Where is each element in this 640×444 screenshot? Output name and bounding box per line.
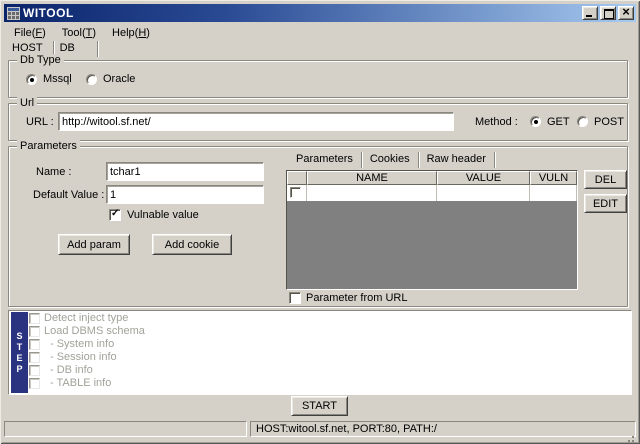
col-select[interactable] [287, 171, 307, 185]
method-label: Method : [475, 116, 518, 128]
vulnable-label: Vulnable value [127, 209, 199, 221]
name-label: Name : [36, 166, 71, 178]
menu-tool[interactable]: Tool(T) [54, 26, 104, 40]
dbtype-oracle-radio[interactable] [86, 74, 97, 85]
tab-parameters[interactable]: Parameters [288, 152, 362, 168]
menu-file[interactable]: File(F) [6, 26, 54, 40]
edit-button[interactable]: EDIT [584, 194, 627, 213]
step-checkbox[interactable] [29, 326, 40, 337]
url-group-label: Url [17, 97, 37, 109]
dbtype-mssql-radio[interactable] [26, 74, 37, 85]
start-button[interactable]: START [291, 396, 348, 416]
dbtype-oracle-label: Oracle [103, 73, 135, 85]
menu-bar: File(F) Tool(T) Help(H) [6, 24, 158, 41]
step-bar: S T E P [11, 312, 28, 393]
dbtype-group-label: Db Type [17, 54, 64, 66]
close-button[interactable] [618, 6, 634, 20]
title-bar[interactable]: WITOOL [4, 4, 636, 22]
step-checkbox[interactable] [29, 365, 40, 376]
maximize-button[interactable] [600, 6, 616, 20]
step-checkbox[interactable] [29, 339, 40, 350]
step-panel: S T E P Detect inject type Load DBMS sch… [8, 310, 632, 395]
row-value-cell [437, 185, 530, 201]
window-title: WITOOL [23, 6, 74, 20]
row-name-cell [307, 185, 437, 201]
param-from-url-label: Parameter from URL [306, 292, 407, 304]
dbtype-group: Db Type Mssql Oracle [8, 60, 628, 98]
add-param-button[interactable]: Add param [58, 234, 130, 255]
parameters-group: Parameters Name : Default Value : Vulnab… [8, 146, 628, 307]
method-get-radio[interactable] [530, 116, 541, 127]
app-icon [7, 7, 20, 20]
app-window: WITOOL File(F) Tool(T) Help(H) HOST DB D… [0, 0, 640, 444]
url-input[interactable] [58, 112, 454, 131]
step-checkbox[interactable] [29, 378, 40, 389]
row-vuln-cell [530, 185, 577, 201]
resize-grip[interactable] [632, 436, 634, 438]
tab-cookies[interactable]: Cookies [362, 152, 419, 168]
method-post-label: POST [594, 116, 624, 128]
vulnable-checkbox[interactable] [109, 209, 121, 221]
step-checkbox[interactable] [29, 352, 40, 363]
status-text: HOST:witool.sf.net, PORT:80, PATH:/ [256, 423, 437, 435]
col-value[interactable]: VALUE [437, 171, 530, 185]
method-post-radio[interactable] [577, 116, 588, 127]
url-field-label: URL : [26, 116, 54, 128]
status-panel-left [4, 421, 247, 437]
url-group: Url URL : Method : GET POST [8, 103, 628, 141]
col-name[interactable]: NAME [307, 171, 437, 185]
status-panel-main: HOST:witool.sf.net, PORT:80, PATH:/ [250, 421, 636, 437]
add-cookie-button[interactable]: Add cookie [152, 234, 232, 255]
tab-raw-header[interactable]: Raw header [419, 152, 495, 168]
col-vuln[interactable]: VULN [530, 171, 577, 185]
default-value-input[interactable] [106, 185, 264, 204]
param-panel-tab-strip: Parameters Cookies Raw header [288, 152, 495, 168]
row-checkbox[interactable] [290, 187, 301, 198]
step-checkbox[interactable] [29, 313, 40, 324]
del-button[interactable]: DEL [584, 170, 627, 189]
param-from-url-checkbox[interactable] [289, 292, 301, 304]
method-get-label: GET [547, 116, 570, 128]
table-row[interactable] [287, 185, 577, 201]
default-value-label: Default Value : [33, 189, 104, 201]
name-input[interactable] [106, 162, 264, 181]
params-table-header: NAME VALUE VULN [287, 171, 577, 185]
params-table: NAME VALUE VULN [286, 170, 578, 290]
dbtype-mssql-label: Mssql [43, 73, 72, 85]
parameters-group-label: Parameters [17, 140, 80, 152]
menu-help[interactable]: Help(H) [104, 26, 158, 40]
minimize-button[interactable] [582, 6, 598, 20]
